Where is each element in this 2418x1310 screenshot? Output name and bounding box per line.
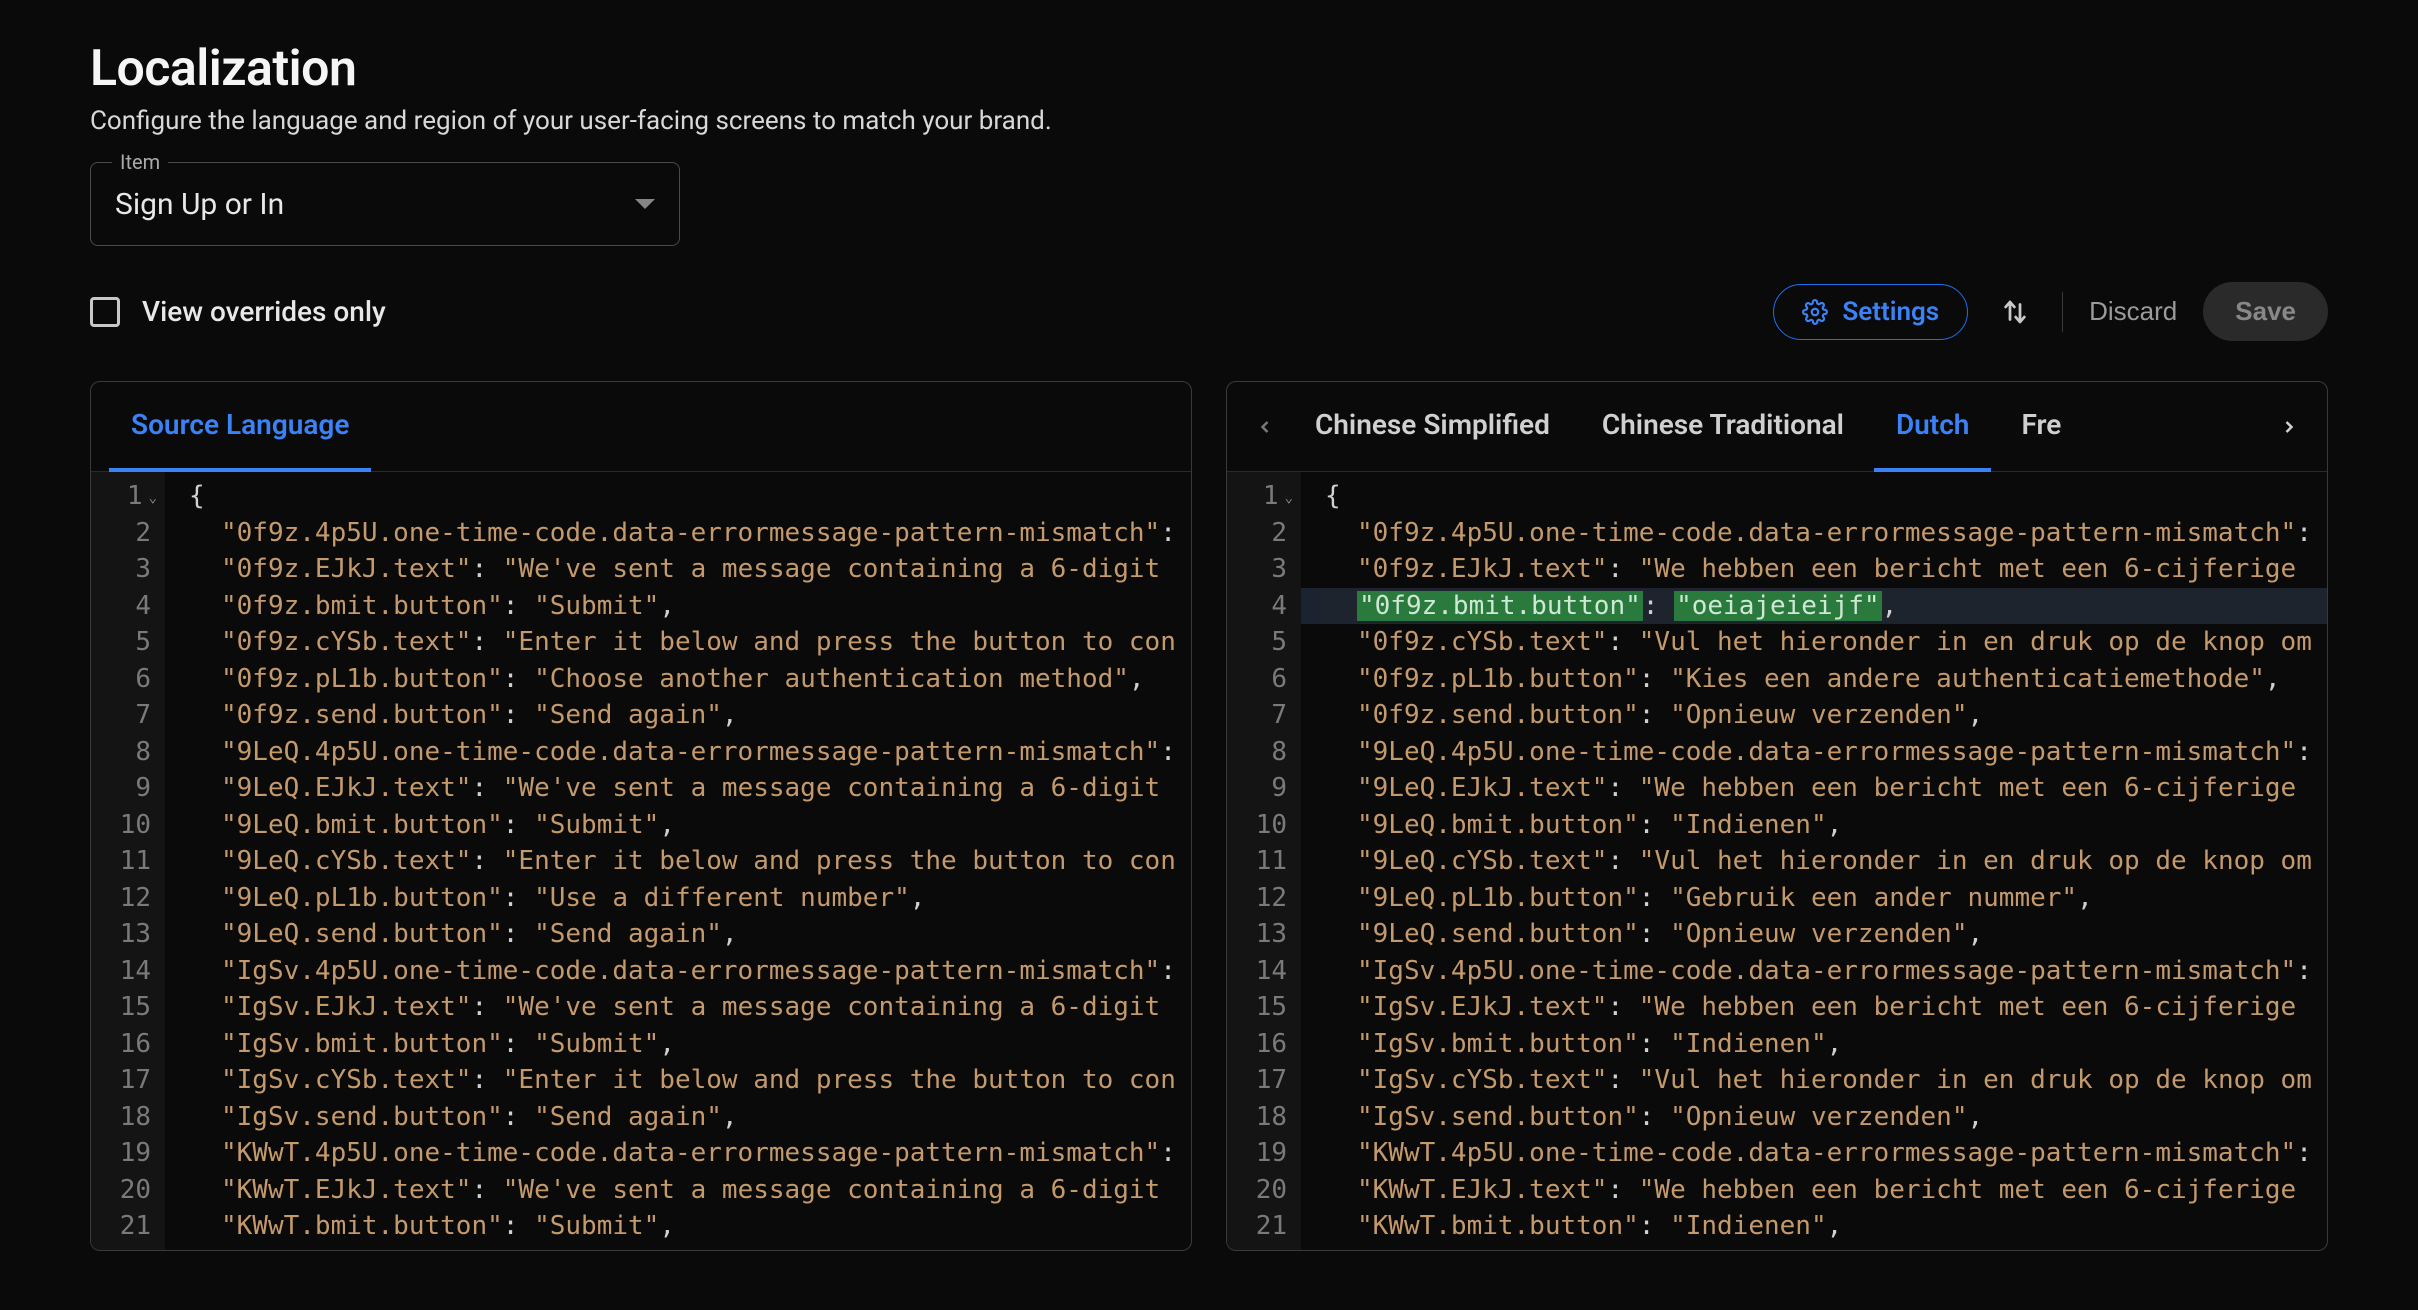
tabs-prev-button[interactable] (1245, 407, 1285, 447)
chevron-left-icon (1255, 417, 1275, 437)
item-select-label: Item (112, 150, 168, 174)
source-editor-panel: Source Language 1⌄2345678910111213141516… (90, 381, 1192, 1251)
page-subtitle: Configure the language and region of you… (90, 106, 2328, 136)
overrides-label: View overrides only (142, 295, 386, 328)
chevron-down-icon (635, 199, 655, 209)
page-title: Localization (90, 40, 2328, 98)
settings-button[interactable]: Settings (1773, 284, 1968, 340)
tabs-next-button[interactable] (2269, 407, 2309, 447)
tab-dutch[interactable]: Dutch (1874, 382, 1992, 472)
source-gutter: 1⌄2345678910111213141516171819202122 (91, 472, 165, 1250)
target-gutter: 1⌄2345678910111213141516171819202122 (1227, 472, 1301, 1250)
tab-chinese-traditional[interactable]: Chinese Traditional (1580, 382, 1866, 472)
item-select-value: Sign Up or In (115, 187, 284, 222)
target-code[interactable]: {"0f9z.4p5U.one-time-code.data-errormess… (1301, 472, 2327, 1250)
chevron-right-icon (2279, 417, 2299, 437)
overrides-checkbox[interactable] (90, 297, 120, 327)
discard-button[interactable]: Discard (2089, 296, 2177, 327)
swap-vert-icon (2000, 297, 2030, 327)
tab-source-language[interactable]: Source Language (109, 382, 371, 472)
item-select[interactable]: Item Sign Up or In (90, 162, 680, 246)
save-button[interactable]: Save (2203, 282, 2328, 341)
divider (2062, 292, 2063, 332)
target-editor-panel: Chinese SimplifiedChinese TraditionalDut… (1226, 381, 2328, 1251)
settings-button-label: Settings (1842, 297, 1939, 327)
tab-chinese-simplified[interactable]: Chinese Simplified (1293, 382, 1572, 472)
gear-icon (1802, 299, 1828, 325)
swap-button[interactable] (1994, 291, 2036, 333)
tab-fre[interactable]: Fre (1999, 382, 2083, 472)
source-code[interactable]: {"0f9z.4p5U.one-time-code.data-errormess… (165, 472, 1191, 1250)
